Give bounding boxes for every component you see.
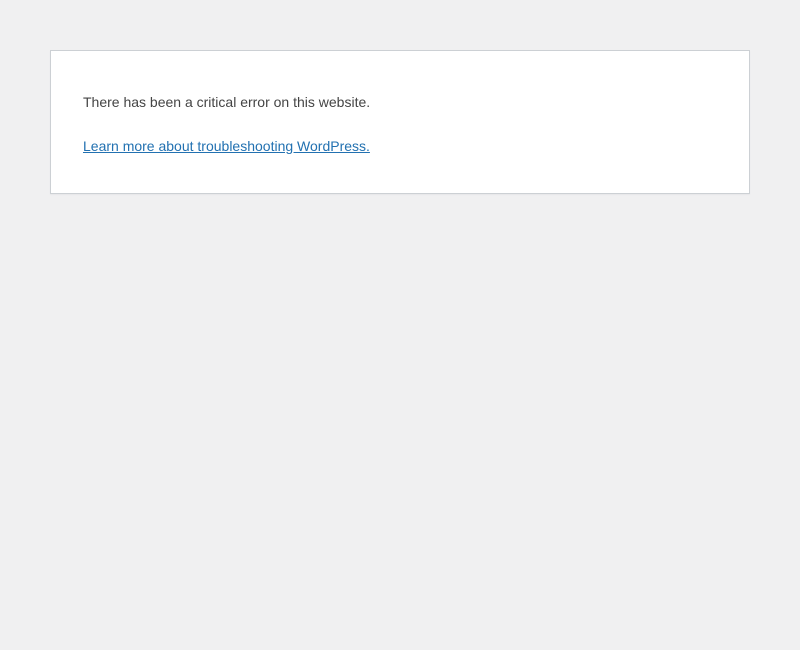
critical-error-message: There has been a critical error on this …: [83, 92, 717, 113]
troubleshooting-wordpress-link[interactable]: Learn more about troubleshooting WordPre…: [83, 138, 370, 154]
error-card: There has been a critical error on this …: [50, 50, 750, 194]
page-background: { "page": { "background_color": "#f0f0f1…: [0, 50, 800, 650]
troubleshooting-link-line: Learn more about troubleshooting WordPre…: [83, 136, 717, 157]
